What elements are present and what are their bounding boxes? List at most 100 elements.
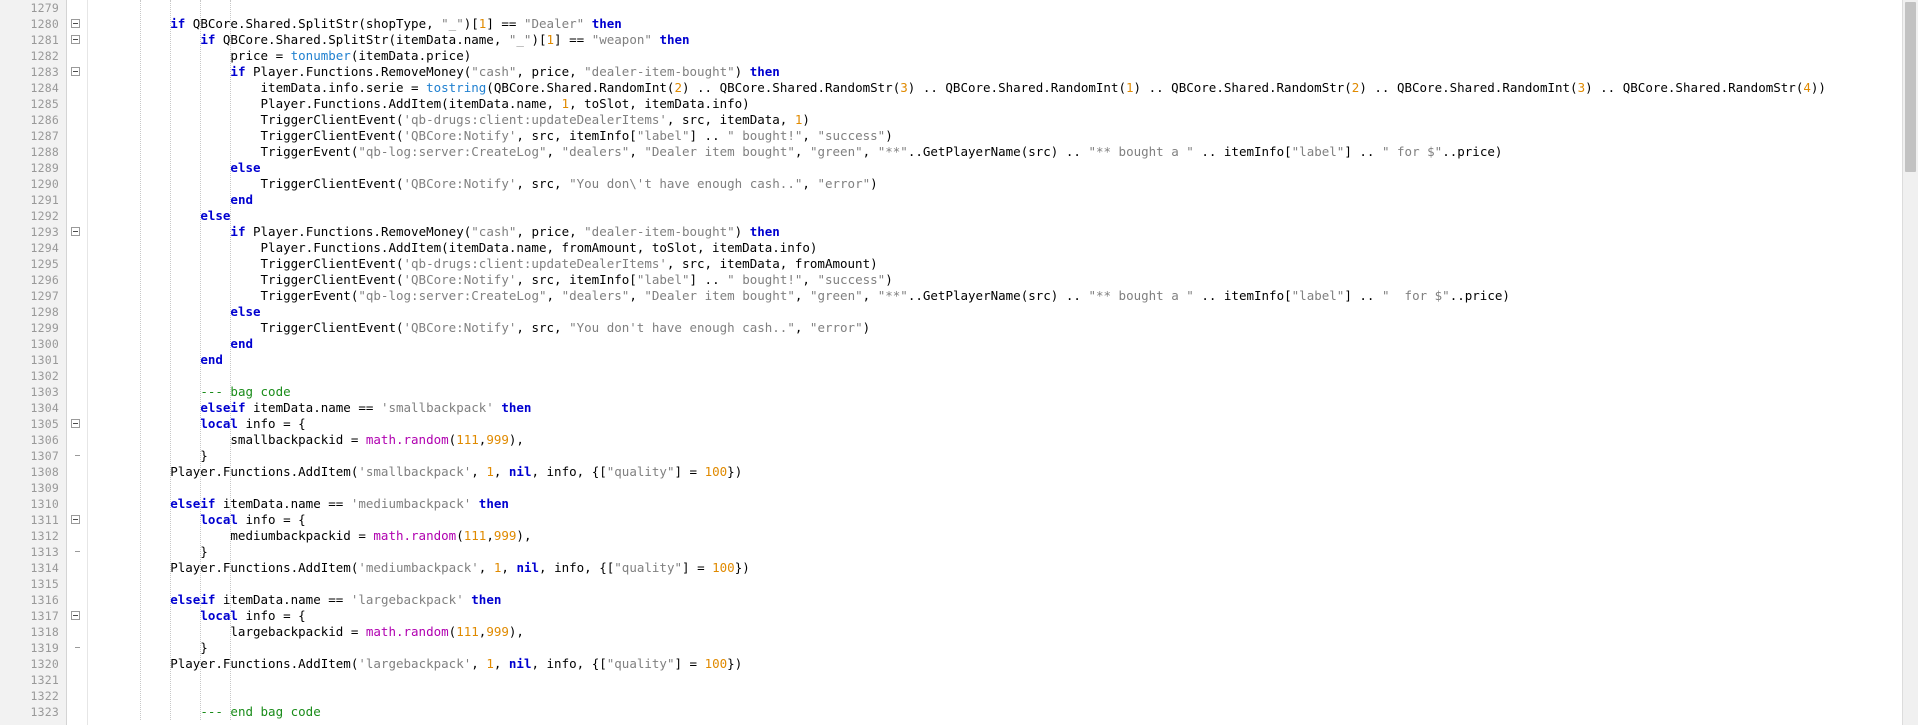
code-line[interactable]: price = tonumber(itemData.price) — [110, 48, 1918, 64]
code-line[interactable]: if Player.Functions.RemoveMoney("cash", … — [110, 64, 1918, 80]
line-number[interactable]: 1289 — [0, 160, 66, 176]
line-number[interactable]: 1303 — [0, 384, 66, 400]
line-number[interactable]: 1281 — [0, 32, 66, 48]
code-line[interactable]: Player.Functions.AddItem('mediumbackpack… — [110, 560, 1918, 576]
line-number[interactable]: 1322 — [0, 688, 66, 704]
line-number[interactable]: 1320 — [0, 656, 66, 672]
line-number[interactable]: 1297 — [0, 288, 66, 304]
code-line[interactable]: end — [110, 352, 1918, 368]
line-number[interactable]: 1285 — [0, 96, 66, 112]
line-number[interactable]: 1300 — [0, 336, 66, 352]
code-line[interactable]: local info = { — [110, 512, 1918, 528]
line-number[interactable]: 1295 — [0, 256, 66, 272]
code-line[interactable]: Player.Functions.AddItem('largebackpack'… — [110, 656, 1918, 672]
line-number[interactable]: 1312 — [0, 528, 66, 544]
code-line[interactable]: --- bag code — [110, 384, 1918, 400]
code-line[interactable]: largebackpackid = math.random(111,999), — [110, 624, 1918, 640]
line-number[interactable]: 1314 — [0, 560, 66, 576]
line-number[interactable]: 1298 — [0, 304, 66, 320]
fold-collapse-icon[interactable] — [71, 515, 80, 524]
line-number[interactable]: 1282 — [0, 48, 66, 64]
fold-row[interactable] — [67, 32, 87, 48]
code-line[interactable]: elseif itemData.name == 'largebackpack' … — [110, 592, 1918, 608]
code-line[interactable] — [110, 0, 1918, 16]
line-number[interactable]: 1302 — [0, 368, 66, 384]
code-editor[interactable]: 1279 1280 1281 1282 1283 1284 1285 1286 1287 1288… — [0, 0, 1918, 725]
code-line[interactable]: end — [110, 192, 1918, 208]
line-number-gutter[interactable]: 1279 1280 1281 1282 1283 1284 1285 1286 1287 1288… — [0, 0, 67, 725]
code-line[interactable]: itemData.info.serie = tostring(QBCore.Sh… — [110, 80, 1918, 96]
line-number[interactable]: 1288 — [0, 144, 66, 160]
code-line[interactable]: } — [110, 448, 1918, 464]
line-number[interactable]: 1279 — [0, 0, 66, 16]
line-number[interactable]: 1318 — [0, 624, 66, 640]
line-number[interactable]: 1304 — [0, 400, 66, 416]
code-line[interactable] — [110, 480, 1918, 496]
line-number[interactable]: 1316 — [0, 592, 66, 608]
line-number[interactable]: 1317 — [0, 608, 66, 624]
code-line[interactable]: TriggerClientEvent('QBCore:Notify', src,… — [110, 272, 1918, 288]
line-number[interactable]: 1296 — [0, 272, 66, 288]
fold-collapse-icon[interactable] — [71, 67, 80, 76]
line-number[interactable]: 1293 — [0, 224, 66, 240]
code-line[interactable]: } — [110, 544, 1918, 560]
code-folding-column[interactable] — [67, 0, 88, 725]
code-line[interactable]: TriggerClientEvent('QBCore:Notify', src,… — [110, 128, 1918, 144]
fold-row[interactable] — [67, 512, 87, 528]
vertical-scrollbar[interactable] — [1902, 0, 1918, 725]
line-number[interactable]: 1308 — [0, 464, 66, 480]
fold-collapse-icon[interactable] — [71, 227, 80, 236]
fold-collapse-icon[interactable] — [71, 419, 80, 428]
code-line[interactable]: else — [110, 304, 1918, 320]
line-number[interactable]: 1291 — [0, 192, 66, 208]
code-line[interactable]: else — [110, 160, 1918, 176]
fold-collapse-icon[interactable] — [71, 611, 80, 620]
line-number[interactable]: 1311 — [0, 512, 66, 528]
line-number[interactable]: 1299 — [0, 320, 66, 336]
code-line[interactable]: Player.Functions.AddItem(itemData.name, … — [110, 96, 1918, 112]
line-number[interactable]: 1319 — [0, 640, 66, 656]
code-line[interactable]: TriggerClientEvent('qb-drugs:client:upda… — [110, 256, 1918, 272]
code-line[interactable]: elseif itemData.name == 'mediumbackpack'… — [110, 496, 1918, 512]
code-line[interactable]: local info = { — [110, 608, 1918, 624]
line-number[interactable]: 1321 — [0, 672, 66, 688]
line-number[interactable]: 1315 — [0, 576, 66, 592]
code-line[interactable]: TriggerEvent("qb-log:server:CreateLog", … — [110, 144, 1918, 160]
line-number[interactable]: 1307 — [0, 448, 66, 464]
line-number[interactable]: 1294 — [0, 240, 66, 256]
code-line[interactable]: mediumbackpackid = math.random(111,999), — [110, 528, 1918, 544]
line-number[interactable]: 1301 — [0, 352, 66, 368]
code-text[interactable]: if QBCore.Shared.SplitStr(shopType, "_")… — [88, 0, 1918, 720]
code-line[interactable]: TriggerClientEvent('QBCore:Notify', src,… — [110, 320, 1918, 336]
line-number[interactable]: 1287 — [0, 128, 66, 144]
line-number[interactable]: 1284 — [0, 80, 66, 96]
code-line[interactable]: if Player.Functions.RemoveMoney("cash", … — [110, 224, 1918, 240]
line-number[interactable]: 1323 — [0, 704, 66, 720]
fold-collapse-icon[interactable] — [71, 35, 80, 44]
code-line[interactable]: TriggerClientEvent('QBCore:Notify', src,… — [110, 176, 1918, 192]
fold-collapse-icon[interactable] — [71, 19, 80, 28]
code-line[interactable]: local info = { — [110, 416, 1918, 432]
code-viewport[interactable]: if QBCore.Shared.SplitStr(shopType, "_")… — [88, 0, 1918, 725]
fold-row[interactable] — [67, 608, 87, 624]
code-line[interactable]: if QBCore.Shared.SplitStr(shopType, "_")… — [110, 16, 1918, 32]
line-number[interactable]: 1286 — [0, 112, 66, 128]
code-line[interactable]: if QBCore.Shared.SplitStr(itemData.name,… — [110, 32, 1918, 48]
code-line[interactable]: } — [110, 640, 1918, 656]
code-line[interactable]: smallbackpackid = math.random(111,999), — [110, 432, 1918, 448]
scroll-down-arrow-icon[interactable] — [1903, 710, 1918, 725]
code-line[interactable]: TriggerClientEvent('qb-drugs:client:upda… — [110, 112, 1918, 128]
line-number[interactable]: 1309 — [0, 480, 66, 496]
line-number[interactable]: 1290 — [0, 176, 66, 192]
code-line[interactable] — [110, 576, 1918, 592]
vertical-scrollbar-thumb[interactable] — [1905, 2, 1916, 172]
code-line[interactable] — [110, 688, 1918, 704]
line-number[interactable]: 1306 — [0, 432, 66, 448]
code-line[interactable] — [110, 368, 1918, 384]
code-line[interactable]: else — [110, 208, 1918, 224]
code-line[interactable]: Player.Functions.AddItem('smallbackpack'… — [110, 464, 1918, 480]
fold-row[interactable] — [67, 16, 87, 32]
line-number[interactable]: 1305 — [0, 416, 66, 432]
line-number[interactable]: 1280 — [0, 16, 66, 32]
fold-row[interactable] — [67, 64, 87, 80]
